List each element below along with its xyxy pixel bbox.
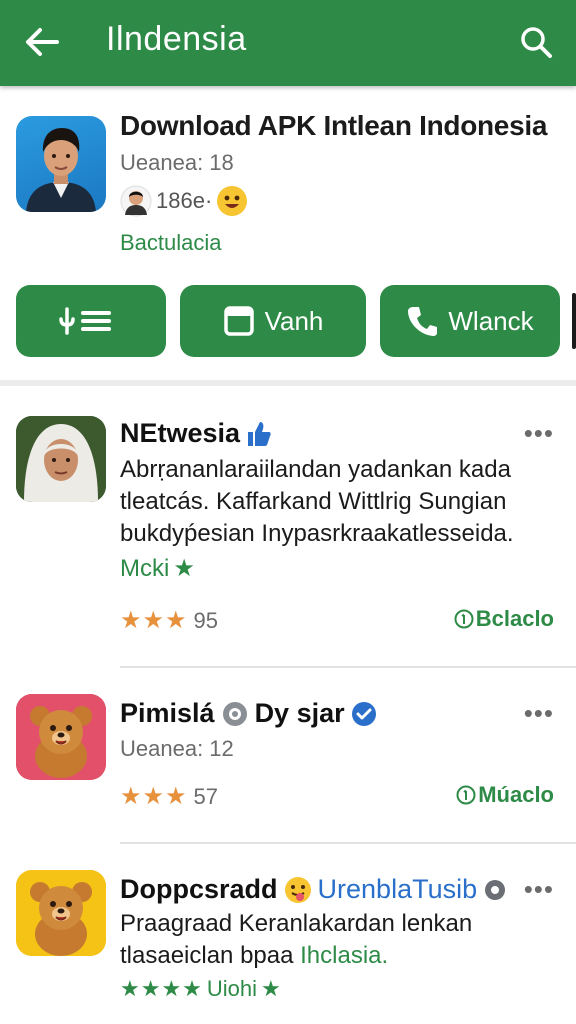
item-name: NEtwesia [120,418,272,449]
item-description: Praagraad Keranlakardan lenkan tlasaeicl… [120,908,560,972]
item-divider [120,842,576,844]
item-tag-text: Mcki [120,554,170,582]
rating-count: 95 [193,607,219,633]
thumbs-up-icon [248,421,271,446]
info-circle-icon [456,785,476,805]
more-options-button[interactable]: ••• [524,874,554,905]
item-description: Abrṛananlaraiilandan yadankan kada tleat… [120,456,514,547]
app-rating-row: 186e· [120,184,248,218]
list-item[interactable]: NEtwesia ••• Abrṛananlaraiilandan yadank… [0,400,576,660]
app-bar: Ilndensia [0,0,576,86]
info-circle-icon [454,609,474,629]
list-icon [59,307,111,335]
app-developer[interactable]: Bactulacia [120,230,222,256]
item-name: Pimislá Dy sjar [120,698,377,729]
more-options-button[interactable]: ••• [524,418,554,449]
item-name-text: Doppcsradd [120,874,278,904]
item-description-line-2: tlasaeiclan bpaa Ihclasia. [120,940,560,972]
person-hijab-portrait-icon [16,416,106,502]
star-icon: ★ [261,976,281,1001]
wlanck-button-label: Wlanck [448,305,534,336]
item-name-text: NEtwesia [120,418,241,448]
vanh-button[interactable]: Vanh [180,285,366,357]
verified-check-icon [351,701,376,726]
list-item[interactable]: Pimislá Dy sjar ••• Ueanea: 12 ★★★ 57 Mú… [0,680,576,830]
item-action-text: Múaclo [478,782,554,807]
avatar [16,416,106,502]
avatar-icon [120,185,152,217]
item-meta: Ueanea: 12 [120,736,234,761]
app-icon[interactable] [16,116,106,212]
back-button[interactable] [22,22,62,62]
rating-stars-icon: ★★★ [120,607,188,634]
arrow-left-icon [26,28,59,56]
app-header: Download APK Intlean Indonesia Ueanea: 1… [0,100,576,270]
vanh-button-label: Vanh [264,305,324,336]
phone-icon [408,307,438,336]
gear-emoji-icon [222,701,247,726]
bear-mascot-icon [16,870,106,956]
rating-count: 57 [193,783,219,809]
list-button[interactable] [16,285,166,357]
avatar [16,870,106,956]
item-name-text: Pimislá [120,698,215,728]
app-rating-text: 186e· [156,188,213,213]
next-button-edge [572,293,576,349]
item-action-link[interactable]: Múaclo [456,782,554,808]
section-divider [0,380,576,386]
page-title: Ilndensia [106,20,247,58]
item-description-text: tlasaeiclan bpaa [120,942,294,969]
gear-emoji-icon [485,879,506,900]
bear-mascot-icon [16,694,106,780]
app-meta: Ueanea: 18 [120,150,234,175]
list-item[interactable]: Doppcsradd UrenblaTusib ••• Praagraad Ke… [0,856,576,1024]
item-link-text[interactable]: UrenblaTusib [318,874,478,905]
item-divider [120,666,576,668]
item-action-link[interactable]: Bclaclo [454,606,554,632]
avatar [16,694,106,780]
search-icon [521,27,552,58]
person-portrait-icon [26,128,96,212]
rating: ★★★ 57 [120,782,218,811]
search-button[interactable] [514,20,558,64]
wlanck-button[interactable]: Wlanck [380,285,560,357]
smiley-emoji-icon [217,186,248,216]
rating-stars-icon: ★★★★ [120,976,203,1001]
item-description-highlight[interactable]: Ihclasia. [300,942,388,969]
item-tag[interactable]: ★★★★ Uiohi ★ [120,976,281,1002]
item-tag[interactable]: Mcki ★ [120,554,195,583]
app-title: Download APK Intlean Indonesia [120,110,548,141]
item-description-line-1: Praagraad Keranlakardan lenkan [120,910,473,937]
more-options-button[interactable]: ••• [524,698,554,729]
square-window-icon [223,306,254,336]
rating: ★★★ 95 [120,606,218,635]
item-action-text: Bclaclo [475,606,554,631]
item-name: Doppcsradd UrenblaTusib [120,874,507,905]
rating-stars-icon: ★★★ [120,783,188,810]
star-icon: ★ [173,555,195,582]
item-tag-text: Uiohi [206,976,258,1001]
item-name-suffix: Dy sjar [254,698,345,728]
tongue-emoji-icon [284,876,311,903]
